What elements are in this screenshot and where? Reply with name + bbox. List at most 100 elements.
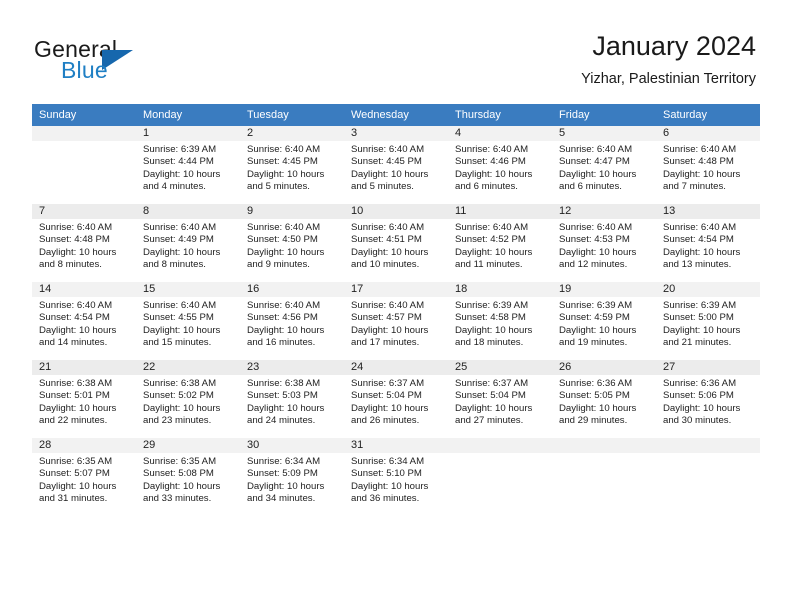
daylight-duration-line2: and 33 minutes. [143, 493, 212, 505]
sunrise-time: Sunrise: 6:36 AM [559, 378, 633, 389]
daylight-duration-line1: Daylight: 10 hours [663, 402, 741, 414]
day-details: Sunrise: 6:39 AM Sunset: 4:58 PM Daylight:… [448, 297, 552, 350]
page-header: General Blue January 2024 Yizhar, Palest… [0, 0, 792, 104]
calendar-cell[interactable]: 15 Sunrise: 6:40 AM Sunset: 4:55 PM Dayligh… [136, 282, 240, 360]
calendar-cell[interactable]: 1 Sunrise: 6:39 AM Sunset: 4:44 PM Daylight… [136, 126, 240, 204]
calendar-cell[interactable]: 5 Sunrise: 6:40 AM Sunset: 4:47 PM Daylight… [552, 126, 656, 204]
day-cell: 28 Sunrise: 6:35 AM Sunset: 5:07 PM Dayligh… [32, 438, 136, 516]
day-details: Sunrise: 6:40 AM Sunset: 4:48 PM Daylight:… [32, 219, 136, 272]
calendar-cell[interactable]: 21 Sunrise: 6:38 AM Sunset: 5:01 PM Dayligh… [32, 360, 136, 438]
day-details: Sunrise: 6:34 AM Sunset: 5:09 PM Daylight:… [240, 453, 344, 506]
day-cell: 20 Sunrise: 6:39 AM Sunset: 5:00 PM Dayligh… [656, 282, 760, 360]
calendar-cell[interactable]: 14 Sunrise: 6:40 AM Sunset: 4:54 PM Dayligh… [32, 282, 136, 360]
weekday-header-thursday: Thursday [448, 104, 552, 126]
sunrise-time: Sunrise: 6:40 AM [663, 144, 737, 155]
daylight-duration-line1: Daylight: 10 hours [559, 168, 637, 180]
calendar-cell[interactable]: 30 Sunrise: 6:34 AM Sunset: 5:09 PM Dayligh… [240, 438, 344, 516]
day-number: 23 [240, 360, 344, 375]
calendar-cell[interactable]: 10 Sunrise: 6:40 AM Sunset: 4:51 PM Dayligh… [344, 204, 448, 282]
calendar-cell[interactable]: 20 Sunrise: 6:39 AM Sunset: 5:00 PM Dayligh… [656, 282, 760, 360]
day-details: Sunrise: 6:40 AM Sunset: 4:45 PM Daylight:… [240, 141, 344, 194]
sunset-time: Sunset: 5:09 PM [247, 468, 318, 480]
day-cell: 1 Sunrise: 6:39 AM Sunset: 4:44 PM Daylight… [136, 126, 240, 204]
day-details: Sunrise: 6:40 AM Sunset: 4:53 PM Daylight:… [552, 219, 656, 272]
daylight-duration-line2: and 16 minutes. [247, 337, 316, 349]
calendar-cell[interactable] [32, 126, 136, 204]
sunset-time: Sunset: 4:59 PM [559, 312, 630, 324]
calendar-cell[interactable]: 18 Sunrise: 6:39 AM Sunset: 4:58 PM Dayligh… [448, 282, 552, 360]
calendar-cell[interactable]: 2 Sunrise: 6:40 AM Sunset: 4:45 PM Daylight… [240, 126, 344, 204]
weekday-header-friday: Friday [552, 104, 656, 126]
daylight-duration-line1: Daylight: 10 hours [559, 246, 637, 258]
daylight-duration-line2: and 15 minutes. [143, 337, 212, 349]
calendar-cell[interactable] [552, 438, 656, 516]
sunrise-time: Sunrise: 6:40 AM [247, 300, 321, 311]
sunset-time: Sunset: 5:02 PM [143, 390, 214, 402]
calendar-cell[interactable]: 25 Sunrise: 6:37 AM Sunset: 5:04 PM Dayligh… [448, 360, 552, 438]
sunrise-time: Sunrise: 6:38 AM [143, 378, 217, 389]
calendar-cell[interactable]: 11 Sunrise: 6:40 AM Sunset: 4:52 PM Dayligh… [448, 204, 552, 282]
calendar-cell[interactable]: 19 Sunrise: 6:39 AM Sunset: 4:59 PM Dayligh… [552, 282, 656, 360]
day-number: 11 [448, 204, 552, 219]
sunrise-time: Sunrise: 6:40 AM [39, 300, 113, 311]
day-number [656, 438, 760, 453]
calendar-week-row: 28 Sunrise: 6:35 AM Sunset: 5:07 PM Dayligh… [32, 438, 760, 516]
daylight-duration-line2: and 26 minutes. [351, 415, 420, 427]
calendar-cell[interactable]: 13 Sunrise: 6:40 AM Sunset: 4:54 PM Dayligh… [656, 204, 760, 282]
daylight-duration-line2: and 23 minutes. [143, 415, 212, 427]
calendar-cell[interactable]: 12 Sunrise: 6:40 AM Sunset: 4:53 PM Dayligh… [552, 204, 656, 282]
day-cell [552, 438, 656, 516]
sunrise-time: Sunrise: 6:40 AM [143, 222, 217, 233]
daylight-duration-line2: and 19 minutes. [559, 337, 628, 349]
day-cell: 8 Sunrise: 6:40 AM Sunset: 4:49 PM Daylight… [136, 204, 240, 282]
calendar-cell[interactable]: 8 Sunrise: 6:40 AM Sunset: 4:49 PM Daylight… [136, 204, 240, 282]
calendar-cell[interactable]: 31 Sunrise: 6:34 AM Sunset: 5:10 PM Dayligh… [344, 438, 448, 516]
calendar-cell[interactable]: 4 Sunrise: 6:40 AM Sunset: 4:46 PM Daylight… [448, 126, 552, 204]
calendar-cell[interactable]: 6 Sunrise: 6:40 AM Sunset: 4:48 PM Daylight… [656, 126, 760, 204]
calendar-cell[interactable]: 23 Sunrise: 6:38 AM Sunset: 5:03 PM Dayligh… [240, 360, 344, 438]
calendar-cell[interactable]: 22 Sunrise: 6:38 AM Sunset: 5:02 PM Dayligh… [136, 360, 240, 438]
day-details: Sunrise: 6:37 AM Sunset: 5:04 PM Daylight:… [448, 375, 552, 428]
sunset-time: Sunset: 5:06 PM [663, 390, 734, 402]
calendar-cell[interactable]: 16 Sunrise: 6:40 AM Sunset: 4:56 PM Dayligh… [240, 282, 344, 360]
sunrise-time: Sunrise: 6:40 AM [455, 222, 529, 233]
sunrise-time: Sunrise: 6:40 AM [39, 222, 113, 233]
day-number: 20 [656, 282, 760, 297]
daylight-duration-line2: and 6 minutes. [559, 181, 622, 193]
sunrise-time: Sunrise: 6:40 AM [351, 144, 425, 155]
sunset-time: Sunset: 4:54 PM [39, 312, 110, 324]
calendar-cell[interactable] [656, 438, 760, 516]
sunrise-time: Sunrise: 6:35 AM [143, 456, 217, 467]
calendar-cell[interactable]: 9 Sunrise: 6:40 AM Sunset: 4:50 PM Daylight… [240, 204, 344, 282]
sunrise-time: Sunrise: 6:37 AM [351, 378, 425, 389]
calendar-cell[interactable]: 28 Sunrise: 6:35 AM Sunset: 5:07 PM Dayligh… [32, 438, 136, 516]
calendar-cell[interactable]: 3 Sunrise: 6:40 AM Sunset: 4:45 PM Daylight… [344, 126, 448, 204]
day-number: 6 [656, 126, 760, 141]
day-number: 30 [240, 438, 344, 453]
daylight-duration-line2: and 36 minutes. [351, 493, 420, 505]
general-blue-logo[interactable]: General Blue [34, 36, 214, 88]
daylight-duration-line1: Daylight: 10 hours [39, 324, 117, 336]
calendar-cell[interactable]: 24 Sunrise: 6:37 AM Sunset: 5:04 PM Dayligh… [344, 360, 448, 438]
day-number: 9 [240, 204, 344, 219]
calendar-cell[interactable]: 17 Sunrise: 6:40 AM Sunset: 4:57 PM Dayligh… [344, 282, 448, 360]
day-cell: 5 Sunrise: 6:40 AM Sunset: 4:47 PM Daylight… [552, 126, 656, 204]
daylight-duration-line2: and 17 minutes. [351, 337, 420, 349]
day-details: Sunrise: 6:40 AM Sunset: 4:48 PM Daylight:… [656, 141, 760, 194]
daylight-duration-line2: and 9 minutes. [247, 259, 310, 271]
daylight-duration-line1: Daylight: 10 hours [559, 402, 637, 414]
day-details: Sunrise: 6:36 AM Sunset: 5:05 PM Daylight:… [552, 375, 656, 428]
day-details: Sunrise: 6:40 AM Sunset: 4:57 PM Daylight:… [344, 297, 448, 350]
calendar-cell[interactable] [448, 438, 552, 516]
day-number: 4 [448, 126, 552, 141]
calendar-cell[interactable]: 26 Sunrise: 6:36 AM Sunset: 5:05 PM Dayligh… [552, 360, 656, 438]
day-number: 12 [552, 204, 656, 219]
day-details: Sunrise: 6:40 AM Sunset: 4:55 PM Daylight:… [136, 297, 240, 350]
daylight-duration-line1: Daylight: 10 hours [143, 402, 221, 414]
calendar-cell[interactable]: 27 Sunrise: 6:36 AM Sunset: 5:06 PM Dayligh… [656, 360, 760, 438]
calendar-cell[interactable]: 7 Sunrise: 6:40 AM Sunset: 4:48 PM Daylight… [32, 204, 136, 282]
daylight-duration-line1: Daylight: 10 hours [351, 480, 429, 492]
calendar-cell[interactable]: 29 Sunrise: 6:35 AM Sunset: 5:08 PM Dayligh… [136, 438, 240, 516]
daylight-duration-line2: and 6 minutes. [455, 181, 518, 193]
day-number: 26 [552, 360, 656, 375]
